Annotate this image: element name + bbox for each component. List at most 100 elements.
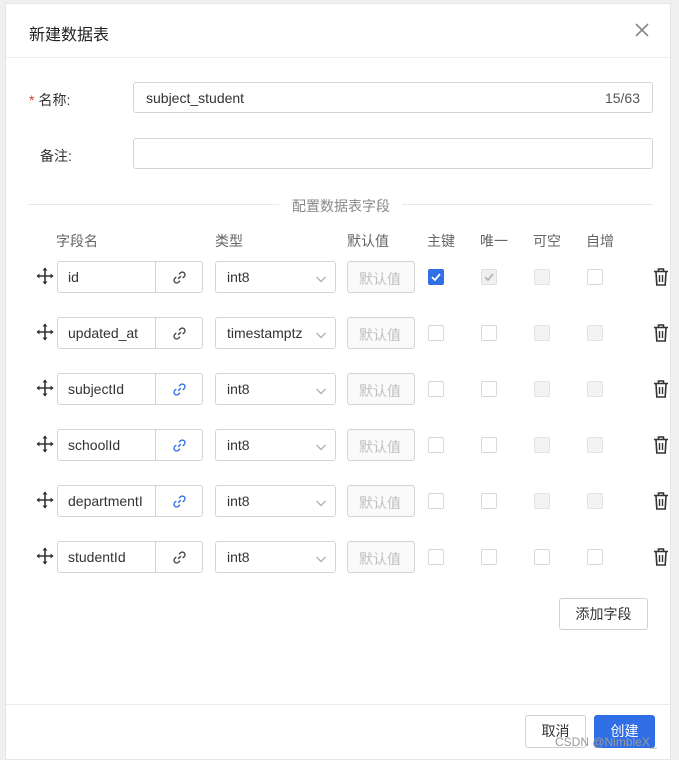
default-value-input[interactable]: 默认值	[347, 317, 415, 349]
field-type-value: timestamptz	[227, 325, 303, 341]
chevron-down-icon	[315, 552, 327, 564]
drag-handle-icon[interactable]	[36, 379, 54, 397]
field-name-value: departmentI	[58, 486, 157, 516]
field-name-value: schoolId	[58, 430, 157, 460]
field-type-select[interactable]: int8	[215, 485, 336, 517]
nullable-checkbox	[534, 493, 550, 509]
new-table-dialog: 新建数据表 * 名称: subject_student 15/63 备注: 配置数…	[5, 3, 671, 760]
delete-icon[interactable]	[652, 547, 670, 567]
name-label: 名称:	[38, 92, 71, 108]
field-name-input[interactable]: schoolId	[57, 429, 203, 461]
section-divider-left	[29, 204, 279, 205]
drag-handle-icon[interactable]	[36, 491, 54, 509]
delete-icon[interactable]	[652, 435, 670, 455]
auto-increment-checkbox	[587, 325, 603, 341]
link-icon[interactable]	[156, 374, 202, 404]
primary-key-checkbox[interactable]	[428, 269, 444, 285]
field-name-value: updated_at	[58, 318, 157, 348]
default-value-input[interactable]: 默认值	[347, 429, 415, 461]
field-row: id int8 默认值	[36, 261, 668, 293]
delete-icon[interactable]	[652, 267, 670, 287]
add-field-button[interactable]: 添加字段	[559, 598, 648, 630]
col-header-primary: 主键	[427, 233, 455, 249]
field-type-value: int8	[227, 493, 250, 509]
field-type-select[interactable]: timestamptz	[215, 317, 336, 349]
field-type-select[interactable]: int8	[215, 541, 336, 573]
chevron-down-icon	[315, 496, 327, 508]
field-name-input[interactable]: studentId	[57, 541, 203, 573]
default-value-input[interactable]: 默认值	[347, 541, 415, 573]
default-value-input[interactable]: 默认值	[347, 485, 415, 517]
note-input[interactable]	[133, 138, 653, 169]
link-icon[interactable]	[156, 486, 202, 516]
default-value-placeholder: 默认值	[359, 383, 401, 399]
delete-icon[interactable]	[652, 379, 670, 399]
field-name-input[interactable]: subjectId	[57, 373, 203, 405]
field-name-input[interactable]: updated_at	[57, 317, 203, 349]
chevron-down-icon	[315, 440, 327, 452]
field-type-value: int8	[227, 437, 250, 453]
delete-icon[interactable]	[652, 491, 670, 511]
auto-increment-checkbox[interactable]	[587, 269, 603, 285]
field-row: departmentI int8 默认值	[36, 485, 668, 517]
nullable-checkbox[interactable]	[534, 549, 550, 565]
field-type-select[interactable]: int8	[215, 261, 336, 293]
link-icon[interactable]	[156, 430, 202, 460]
table-name-value: subject_student	[146, 90, 245, 106]
unique-checkbox[interactable]	[481, 325, 497, 341]
default-value-placeholder: 默认值	[359, 327, 401, 343]
field-name-value: id	[58, 262, 157, 292]
name-label-wrap: * 名称:	[29, 90, 70, 110]
nullable-checkbox	[534, 325, 550, 341]
link-icon[interactable]	[156, 318, 202, 348]
nullable-checkbox	[534, 437, 550, 453]
drag-handle-icon[interactable]	[36, 435, 54, 453]
link-icon[interactable]	[156, 542, 202, 572]
primary-key-checkbox[interactable]	[428, 549, 444, 565]
default-value-placeholder: 默认值	[359, 495, 401, 511]
col-header-field-name: 字段名	[56, 233, 98, 249]
field-row: updated_at timestamptz 默认值	[36, 317, 668, 349]
unique-checkbox[interactable]	[481, 437, 497, 453]
primary-key-checkbox[interactable]	[428, 493, 444, 509]
table-name-input[interactable]: subject_student 15/63	[133, 82, 653, 113]
unique-checkbox	[481, 269, 497, 285]
note-label: 备注:	[40, 148, 72, 164]
required-mark: *	[29, 92, 35, 108]
drag-handle-icon[interactable]	[36, 323, 54, 341]
primary-key-checkbox[interactable]	[428, 381, 444, 397]
link-icon[interactable]	[156, 262, 202, 292]
unique-checkbox[interactable]	[481, 493, 497, 509]
auto-increment-checkbox	[587, 381, 603, 397]
default-value-input[interactable]: 默认值	[347, 373, 415, 405]
dialog-header: 新建数据表	[6, 4, 670, 58]
default-value-placeholder: 默认值	[359, 551, 401, 567]
auto-increment-checkbox	[587, 437, 603, 453]
col-header-unique: 唯一	[480, 233, 508, 249]
col-header-nullable: 可空	[533, 233, 561, 249]
close-icon[interactable]	[628, 16, 656, 44]
unique-checkbox[interactable]	[481, 549, 497, 565]
auto-increment-checkbox[interactable]	[587, 549, 603, 565]
default-value-input[interactable]: 默认值	[347, 261, 415, 293]
field-type-select[interactable]: int8	[215, 429, 336, 461]
primary-key-checkbox[interactable]	[428, 325, 444, 341]
drag-handle-icon[interactable]	[36, 267, 54, 285]
col-header-auto-inc: 自增	[586, 233, 614, 249]
dialog-title: 新建数据表	[29, 27, 110, 44]
delete-icon[interactable]	[652, 323, 670, 343]
watermark: CSDN @NimbleX_	[555, 735, 657, 749]
field-type-value: int8	[227, 269, 250, 285]
col-header-default: 默认值	[347, 233, 389, 249]
field-name-input[interactable]: id	[57, 261, 203, 293]
field-row: studentId int8 默认值	[36, 541, 668, 573]
field-type-select[interactable]: int8	[215, 373, 336, 405]
drag-handle-icon[interactable]	[36, 547, 54, 565]
field-name-input[interactable]: departmentI	[57, 485, 203, 517]
primary-key-checkbox[interactable]	[428, 437, 444, 453]
auto-increment-checkbox	[587, 493, 603, 509]
section-title: 配置数据表字段	[292, 198, 390, 214]
field-row: schoolId int8 默认值	[36, 429, 668, 461]
nullable-checkbox	[534, 269, 550, 285]
unique-checkbox[interactable]	[481, 381, 497, 397]
